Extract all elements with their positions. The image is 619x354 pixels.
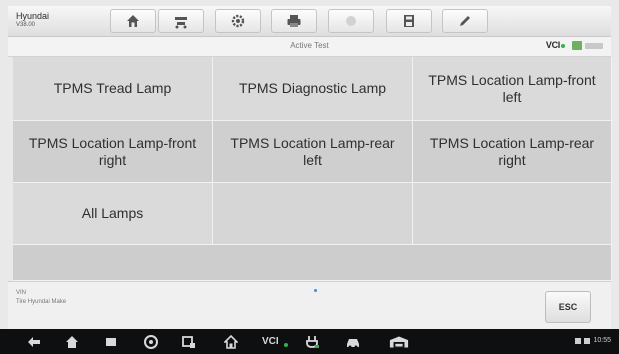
help-icon xyxy=(346,16,356,26)
screenshot-icon xyxy=(182,336,195,348)
save-button[interactable] xyxy=(386,9,432,33)
lamp-item[interactable]: TPMS Location Lamp-rear left xyxy=(213,121,413,183)
edit-button[interactable] xyxy=(442,9,488,33)
home-button[interactable] xyxy=(110,9,156,33)
empty-row xyxy=(13,245,612,281)
vehicle-model: V38.00 xyxy=(16,22,36,28)
android-home-button[interactable] xyxy=(64,334,80,350)
autel-home-button[interactable] xyxy=(223,334,239,350)
help-button[interactable] xyxy=(328,9,374,33)
page-title: Active Test xyxy=(290,41,329,50)
esc-button[interactable]: ESC xyxy=(545,291,591,323)
vehicle-swap-button[interactable] xyxy=(158,9,204,33)
home-icon xyxy=(66,336,78,348)
vci-status: VCI xyxy=(546,40,565,50)
battery-icon xyxy=(572,41,582,50)
empty-cell xyxy=(413,183,612,245)
back-button[interactable] xyxy=(26,334,42,350)
car-icon xyxy=(347,339,359,349)
globe-icon xyxy=(144,335,158,349)
recent-apps-icon xyxy=(106,338,116,346)
lamp-item[interactable]: TPMS Diagnostic Lamp xyxy=(213,57,413,121)
lamp-grid: TPMS Tread Lamp TPMS Diagnostic Lamp TPM… xyxy=(13,57,612,281)
printer-icon xyxy=(287,15,301,27)
home-outline-icon xyxy=(224,335,238,349)
lamp-item[interactable]: TPMS Location Lamp-front right xyxy=(13,121,213,183)
settings-button[interactable] xyxy=(215,9,261,33)
vci-nav-connected-icon xyxy=(284,343,288,347)
vehicle-info: Hyundai V38.00 xyxy=(16,11,96,33)
vin-value: Tire Hyundai Make xyxy=(16,299,67,305)
status-area: 10:55 xyxy=(575,337,611,344)
lamp-item[interactable]: TPMS Location Lamp-rear right xyxy=(413,121,612,183)
app-screen: Hyundai V38.00 Active Test VCI TPMS Trea… xyxy=(0,0,619,354)
gear-icon xyxy=(231,14,245,28)
system-navbar: VCI 10:55 xyxy=(0,329,619,354)
recent-apps-button[interactable] xyxy=(103,334,119,350)
lamp-item[interactable]: TPMS Tread Lamp xyxy=(13,57,213,121)
pencil-icon xyxy=(460,16,470,26)
battery-test-button[interactable] xyxy=(304,334,320,350)
lamp-item[interactable]: TPMS Location Lamp-front left xyxy=(413,57,612,121)
back-arrow-icon xyxy=(28,337,40,347)
home-icon xyxy=(127,15,139,27)
lamp-item[interactable]: All Lamps xyxy=(13,183,213,245)
garage-icon xyxy=(389,336,409,348)
screen-capture-button[interactable] xyxy=(181,334,197,350)
empty-cell xyxy=(213,183,413,245)
footer-panel: VIN Tire Hyundai Make ESC xyxy=(8,281,611,329)
print-button[interactable] xyxy=(271,9,317,33)
vci-connected-icon xyxy=(561,44,565,48)
vehicle-menu-button[interactable] xyxy=(345,334,361,350)
status-time: 10:55 xyxy=(593,337,611,344)
top-toolbar: Hyundai V38.00 xyxy=(8,6,611,37)
browser-button[interactable] xyxy=(143,334,159,350)
wifi-icon xyxy=(584,337,591,344)
sub-status-icons xyxy=(572,41,603,50)
vehicle-swap-icon xyxy=(175,17,187,29)
page-indicator xyxy=(314,289,317,292)
signal-icon xyxy=(585,42,603,49)
vehicle-make: Hyundai xyxy=(16,11,50,21)
vci-nav-label[interactable]: VCI xyxy=(262,336,279,347)
shop-manager-button[interactable] xyxy=(388,334,410,350)
plug-icon xyxy=(306,336,319,348)
save-icon xyxy=(404,15,414,27)
vci-label: VCI xyxy=(545,40,560,50)
vin-label: VIN xyxy=(16,290,27,296)
notification-icon xyxy=(575,337,582,344)
sub-header: Active Test VCI xyxy=(8,37,611,57)
